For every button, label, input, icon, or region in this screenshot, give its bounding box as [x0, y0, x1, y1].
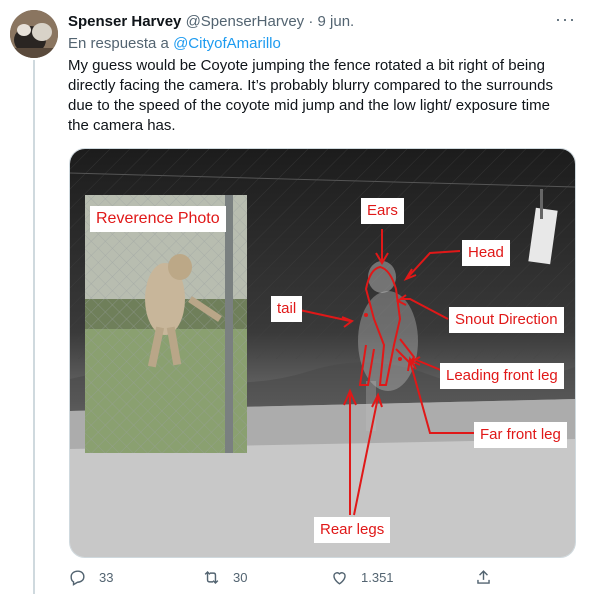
tweet-text: My guess would be Coyote jumping the fen…: [68, 57, 553, 134]
like-count: 1.351: [361, 570, 394, 585]
thread-line: [33, 60, 35, 594]
reply-button[interactable]: 33: [68, 568, 113, 587]
reply-count: 33: [99, 570, 114, 585]
avatar[interactable]: [10, 10, 58, 58]
annotation-head: Head: [462, 240, 510, 266]
separator: ·: [308, 13, 314, 30]
display-name[interactable]: Spenser Harvey: [68, 13, 181, 30]
reference-photo-label: Reverence Photo: [90, 206, 226, 232]
annotation-far-front-leg: Far front leg: [474, 422, 567, 448]
handle[interactable]: @SpenserHarvey: [186, 13, 305, 30]
tweet-image[interactable]: Reverence Photo Ears Head tail Snout Dir…: [69, 148, 576, 558]
reply-mention-link[interactable]: @CityofAmarillo: [173, 35, 281, 52]
more-options-icon[interactable]: ···: [555, 10, 576, 28]
reply-icon: [70, 570, 85, 586]
tweet-header: Spenser Harvey @SpenserHarvey · 9 jun.: [68, 12, 354, 32]
tweet-actions: 33 30 1.351: [68, 568, 578, 590]
retweet-icon: [204, 570, 219, 585]
retweet-button[interactable]: 30: [202, 568, 247, 587]
retweet-count: 30: [233, 570, 248, 585]
share-button[interactable]: [474, 568, 493, 587]
like-button[interactable]: 1.351: [330, 568, 394, 587]
annotation-ears: Ears: [361, 198, 404, 224]
annotation-leading-front-leg: Leading front leg: [440, 363, 564, 389]
heart-icon: [333, 572, 346, 585]
tweet-date[interactable]: 9 jun.: [318, 13, 355, 30]
annotation-rear-legs: Rear legs: [314, 517, 391, 543]
reply-prefix: En respuesta a: [68, 35, 169, 52]
annotation-snout-direction: Snout Direction: [449, 307, 564, 333]
reference-photo: [85, 195, 247, 453]
annotation-tail: tail: [271, 296, 303, 322]
share-icon: [477, 570, 490, 584]
reply-context: En respuesta a @CityofAmarillo: [68, 35, 281, 52]
avatar-image: [10, 10, 58, 58]
